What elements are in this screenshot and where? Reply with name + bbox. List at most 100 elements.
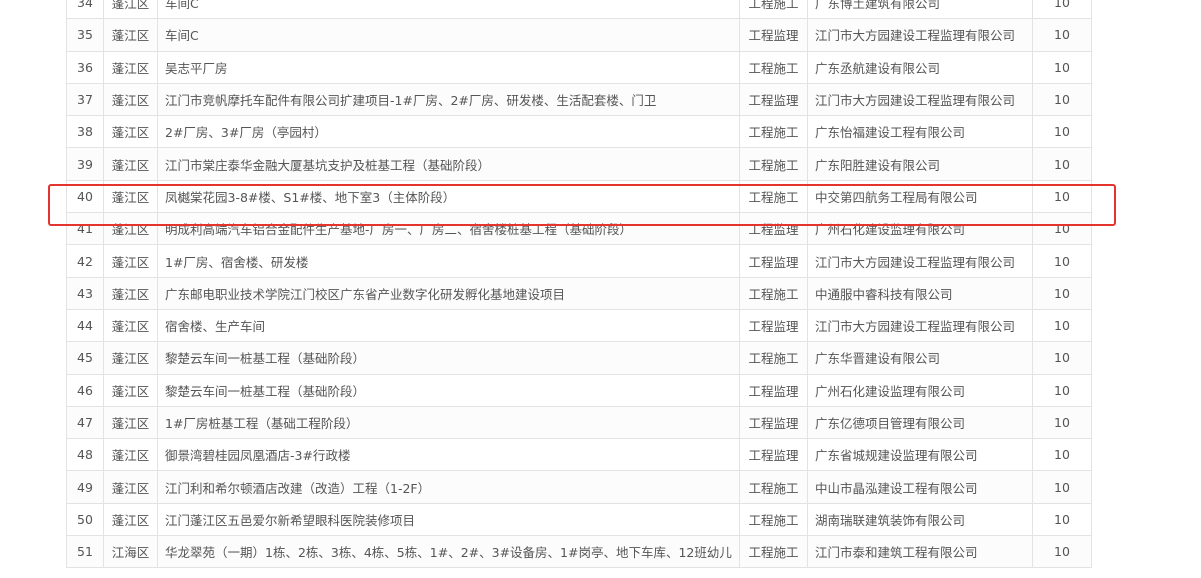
company-cell: 广东博土建筑有限公司	[807, 0, 1033, 20]
table-row: 43 蓬江区 广东邮电职业技术学院江门校区广东省产业数字化研发孵化基地建设项目 工程施…	[66, 276, 1092, 310]
score-cell: 10	[1032, 341, 1092, 375]
district-cell: 蓬江区	[103, 147, 158, 181]
project-name-cell: 2#厂房、3#厂房（亭园村）	[157, 115, 740, 149]
work-type-cell: 工程监理	[739, 18, 808, 52]
district-cell: 蓬江区	[103, 276, 158, 310]
row-number-cell: 42	[66, 244, 104, 278]
work-type-cell: 工程施工	[739, 115, 808, 149]
score-cell: 10	[1032, 244, 1092, 278]
work-type-cell: 工程施工	[739, 470, 808, 504]
company-cell: 广东省城规建设监理有限公司	[807, 438, 1033, 472]
score-cell: 10	[1032, 405, 1092, 440]
row-number-cell: 36	[66, 50, 104, 84]
score-cell: 10	[1032, 147, 1092, 181]
results-table: 34 蓬江区 车间C 工程施工 广东博土建筑有限公司 10 35 蓬江区 车间C 工程监理 江门市大…	[66, 0, 1092, 569]
project-name-cell: 宿舍楼、生产车间	[157, 308, 740, 343]
company-cell: 广东怡福建设工程有限公司	[807, 115, 1033, 149]
row-number-cell: 41	[66, 212, 104, 246]
district-cell: 蓬江区	[103, 308, 158, 343]
work-type-cell: 工程监理	[739, 244, 808, 278]
work-type-cell: 工程施工	[739, 535, 808, 569]
work-type-cell: 工程施工	[739, 147, 808, 181]
score-cell: 10	[1032, 470, 1092, 504]
company-cell: 中通服中睿科技有限公司	[807, 276, 1033, 310]
district-cell: 蓬江区	[103, 438, 158, 472]
company-cell: 江门市泰和建筑工程有限公司	[807, 535, 1033, 569]
project-name-cell: 江门市棠庄泰华金融大厦基坑支护及桩基工程（基础阶段）	[157, 147, 740, 181]
score-cell: 10	[1032, 179, 1092, 214]
row-number-cell: 48	[66, 438, 104, 472]
work-type-cell: 工程监理	[739, 212, 808, 246]
district-cell: 蓬江区	[103, 470, 158, 504]
company-cell: 江门市大方园建设工程监理有限公司	[807, 18, 1033, 52]
district-cell: 蓬江区	[103, 18, 158, 52]
project-name-cell: 车间C	[157, 0, 740, 20]
table-row: 41 蓬江区 明成利高端汽车铝合金配件生产基地-厂房一、厂房二、宿舍楼桩基工程（基础…	[66, 212, 1092, 246]
table-row: 38 蓬江区 2#厂房、3#厂房（亭园村） 工程施工 广东怡福建设工程有限公司 10	[66, 115, 1092, 149]
project-name-cell: 黎楚云车间一桩基工程（基础阶段）	[157, 373, 740, 407]
district-cell: 蓬江区	[103, 179, 158, 214]
work-type-cell: 工程监理	[739, 405, 808, 440]
score-cell: 10	[1032, 276, 1092, 310]
project-name-cell: 黎楚云车间一桩基工程（基础阶段）	[157, 341, 740, 375]
table-row: 47 蓬江区 1#厂房桩基工程（基础工程阶段） 工程监理 广东亿德项目管理有限公司 10	[66, 405, 1092, 440]
row-number-cell: 50	[66, 502, 104, 537]
company-cell: 广东亿德项目管理有限公司	[807, 405, 1033, 440]
project-name-cell: 明成利高端汽车铝合金配件生产基地-厂房一、厂房二、宿舍楼桩基工程（基础阶段）	[157, 212, 740, 246]
score-cell: 10	[1032, 50, 1092, 84]
work-type-cell: 工程施工	[739, 502, 808, 537]
table-row: 48 蓬江区 御景湾碧桂园凤凰酒店-3#行政楼 工程监理 广东省城规建设监理有限公司 10	[66, 438, 1092, 472]
work-type-cell: 工程施工	[739, 50, 808, 84]
table-row: 39 蓬江区 江门市棠庄泰华金融大厦基坑支护及桩基工程（基础阶段） 工程施工 广东阳胜建…	[66, 147, 1092, 181]
company-cell: 江门市大方园建设工程监理有限公司	[807, 82, 1033, 117]
district-cell: 江海区	[103, 535, 158, 569]
company-cell: 广东华晋建设有限公司	[807, 341, 1033, 375]
table-row: 37 蓬江区 江门市竞帆摩托车配件有限公司扩建项目-1#厂房、2#厂房、研发楼、生活…	[66, 82, 1092, 117]
score-cell: 10	[1032, 502, 1092, 537]
work-type-cell: 工程施工	[739, 276, 808, 310]
table-row: 44 蓬江区 宿舍楼、生产车间 工程监理 江门市大方园建设工程监理有限公司 10	[66, 308, 1092, 343]
project-name-cell: 御景湾碧桂园凤凰酒店-3#行政楼	[157, 438, 740, 472]
project-name-cell: 江门蓬江区五邑爱尔新希望眼科医院装修项目	[157, 502, 740, 537]
row-number-cell: 47	[66, 405, 104, 440]
project-name-cell: 华龙翠苑（一期）1栋、2栋、3栋、4栋、5栋、1#、2#、3#设备房、1#岗亭、…	[157, 535, 740, 569]
row-number-cell: 35	[66, 18, 104, 52]
work-type-cell: 工程监理	[739, 82, 808, 117]
project-name-cell: 凤樾棠花园3-8#楼、S1#楼、地下室3（主体阶段）	[157, 179, 740, 214]
company-cell: 中山市晶泓建设工程有限公司	[807, 470, 1033, 504]
table-body: 34 蓬江区 车间C 工程施工 广东博土建筑有限公司 10 35 蓬江区 车间C 工程监理 江门市大…	[66, 0, 1092, 569]
company-cell: 湖南瑞联建筑装饰有限公司	[807, 502, 1033, 537]
district-cell: 蓬江区	[103, 82, 158, 117]
company-cell: 江门市大方园建设工程监理有限公司	[807, 308, 1033, 343]
table-row: 42 蓬江区 1#厂房、宿舍楼、研发楼 工程监理 江门市大方园建设工程监理有限公司 10	[66, 244, 1092, 278]
work-type-cell: 工程监理	[739, 373, 808, 407]
row-number-cell: 40	[66, 179, 104, 214]
work-type-cell: 工程施工	[739, 0, 808, 20]
row-number-cell: 45	[66, 341, 104, 375]
company-cell: 江门市大方园建设工程监理有限公司	[807, 244, 1033, 278]
table-row: 45 蓬江区 黎楚云车间一桩基工程（基础阶段） 工程施工 广东华晋建设有限公司 10	[66, 341, 1092, 375]
company-cell: 广东丞航建设有限公司	[807, 50, 1033, 84]
project-name-cell: 车间C	[157, 18, 740, 52]
company-cell: 广州石化建设监理有限公司	[807, 373, 1033, 407]
row-number-cell: 38	[66, 115, 104, 149]
row-number-cell: 46	[66, 373, 104, 407]
table-row: 46 蓬江区 黎楚云车间一桩基工程（基础阶段） 工程监理 广州石化建设监理有限公司 10	[66, 373, 1092, 407]
table-row: 34 蓬江区 车间C 工程施工 广东博土建筑有限公司 10	[66, 0, 1092, 20]
table-row: 35 蓬江区 车间C 工程监理 江门市大方园建设工程监理有限公司 10	[66, 18, 1092, 52]
company-cell: 中交第四航务工程局有限公司	[807, 179, 1033, 214]
district-cell: 蓬江区	[103, 50, 158, 84]
project-name-cell: 广东邮电职业技术学院江门校区广东省产业数字化研发孵化基地建设项目	[157, 276, 740, 310]
table-row: 40 蓬江区 凤樾棠花园3-8#楼、S1#楼、地下室3（主体阶段） 工程施工 中交第四航…	[66, 179, 1092, 214]
row-number-cell: 37	[66, 82, 104, 117]
district-cell: 蓬江区	[103, 405, 158, 440]
score-cell: 10	[1032, 308, 1092, 343]
score-cell: 10	[1032, 0, 1092, 20]
district-cell: 蓬江区	[103, 212, 158, 246]
district-cell: 蓬江区	[103, 0, 158, 20]
company-cell: 广东阳胜建设有限公司	[807, 147, 1033, 181]
page: 34 蓬江区 车间C 工程施工 广东博土建筑有限公司 10 35 蓬江区 车间C 工程监理 江门市大…	[0, 0, 1201, 578]
table-row: 51 江海区 华龙翠苑（一期）1栋、2栋、3栋、4栋、5栋、1#、2#、3#设备房、…	[66, 535, 1092, 569]
row-number-cell: 34	[66, 0, 104, 20]
project-name-cell: 江门利和希尔顿酒店改建（改造）工程（1-2F）	[157, 470, 740, 504]
